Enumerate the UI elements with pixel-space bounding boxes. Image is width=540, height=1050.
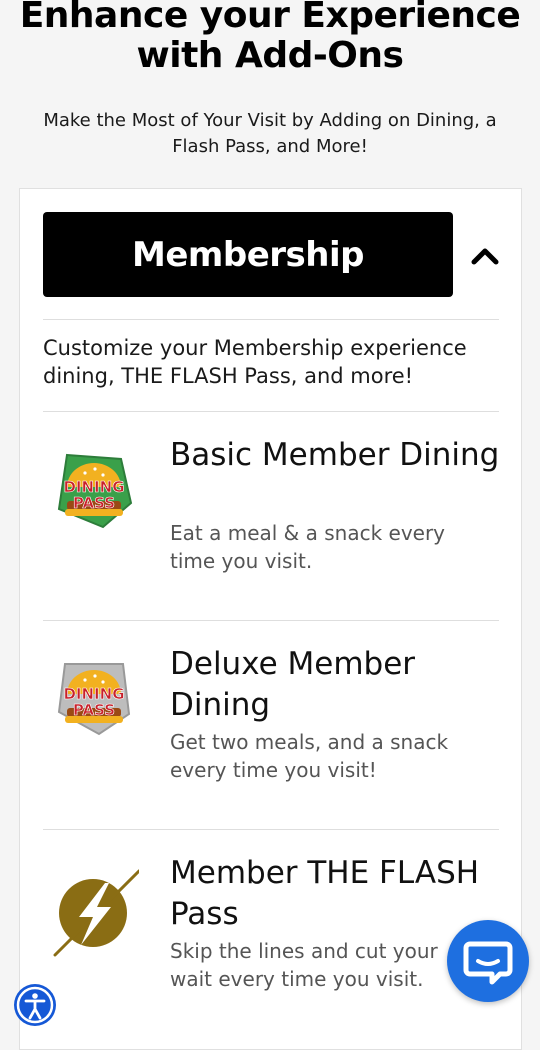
- dining-pass-icon: DINING PASS: [57, 663, 131, 736]
- addon-description: Get two meals, and a snack every time yo…: [170, 730, 449, 782]
- accessibility-button[interactable]: [14, 984, 56, 1026]
- page-subtitle: Make the Most of Your Visit by Adding on…: [43, 110, 497, 157]
- membership-accordion-button[interactable]: Membership: [43, 212, 453, 297]
- addon-title: Deluxe Member Dining: [170, 646, 416, 723]
- divider: [43, 829, 499, 830]
- addon-description: Eat a meal & a snack every time you visi…: [170, 521, 446, 573]
- divider: [43, 319, 499, 320]
- chat-icon: [463, 941, 513, 985]
- flash-pass-icon: [53, 869, 139, 957]
- dining-pass-icon: DINING PASS: [57, 453, 133, 529]
- svg-text:PASS: PASS: [73, 701, 115, 719]
- svg-text:PASS: PASS: [73, 494, 115, 512]
- accordion-intro: Customize your Membership experience din…: [43, 336, 467, 388]
- addon-basic-member-dining[interactable]: DINING PASS Basic Member Dining Eat a me…: [43, 421, 499, 629]
- addon-member-flash-pass[interactable]: Member THE FLASH Pass Skip the lines and…: [43, 839, 499, 1047]
- addon-deluxe-member-dining[interactable]: DINING PASS Deluxe Member Dining Get two…: [43, 630, 499, 838]
- chat-button[interactable]: [447, 920, 529, 1002]
- accessibility-icon: [16, 986, 54, 1024]
- addon-title: Basic Member Dining: [170, 437, 500, 473]
- chevron-up-icon[interactable]: [470, 241, 500, 271]
- divider: [43, 620, 499, 621]
- addon-description: Skip the lines and cut your wait every t…: [170, 939, 438, 991]
- divider: [43, 411, 499, 412]
- page-title: Enhance your Experience with Add-Ons: [19, 0, 521, 76]
- accordion-title: Membership: [132, 234, 364, 275]
